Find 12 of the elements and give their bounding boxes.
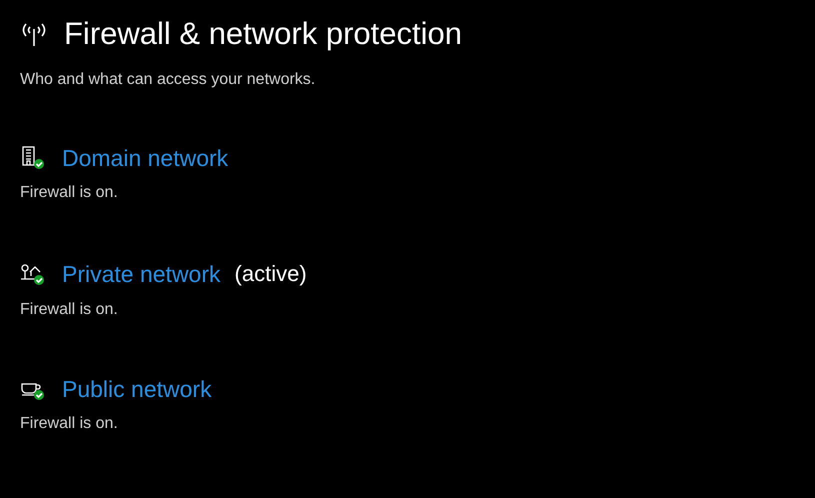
page-subtitle: Who and what can access your networks. [20, 70, 316, 90]
firewall-status: Firewall is on. [20, 300, 119, 320]
house-tree-icon [20, 264, 42, 280]
cup-icon [21, 383, 41, 396]
building-icon [22, 146, 35, 166]
firewall-status: Firewall is on. [20, 183, 119, 203]
page-title: Firewall & network protection [64, 15, 462, 53]
firewall-status: Firewall is on. [20, 414, 119, 434]
network-link[interactable]: Domain network [62, 143, 228, 173]
network-link[interactable]: Private network [62, 258, 221, 288]
network-link[interactable]: Public network [62, 374, 212, 404]
active-label: (active) [234, 260, 307, 288]
